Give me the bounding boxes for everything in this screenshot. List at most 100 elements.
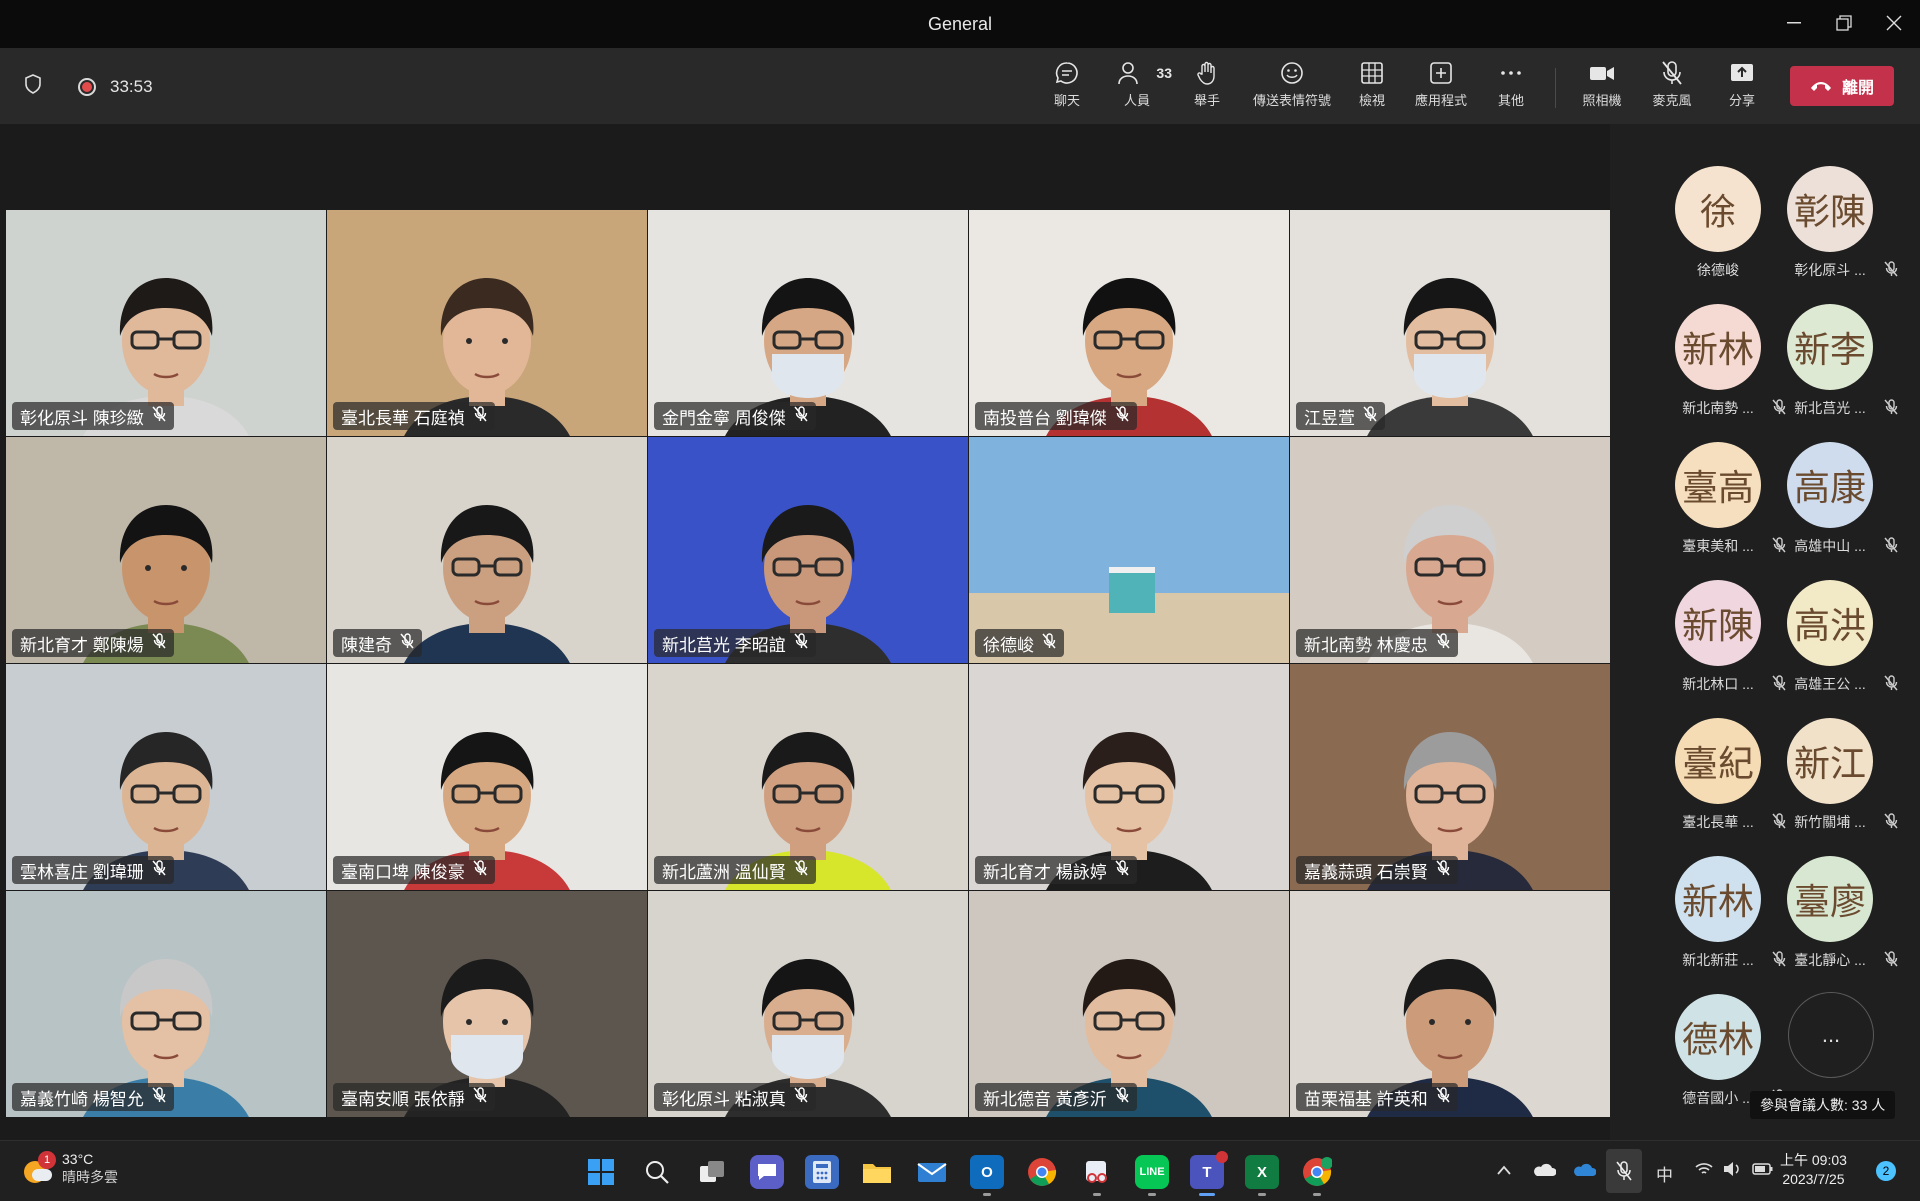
chrome-icon[interactable]: [1025, 1155, 1059, 1189]
battery-icon[interactable]: [1752, 1161, 1774, 1182]
people-button[interactable]: 33 人員: [1102, 60, 1172, 109]
participant-name-tag: 新北莒光 李昭誼: [654, 629, 816, 657]
weather-widget[interactable]: 1 33°C 晴時多雲: [24, 1151, 118, 1187]
raise-hand-button[interactable]: 舉手: [1172, 60, 1242, 109]
roster-participant[interactable]: 彰陳 彰化原斗 ...: [1760, 166, 1900, 280]
mic-muted-icon: [1115, 1086, 1129, 1108]
restore-icon[interactable]: [1824, 8, 1864, 38]
more-participants-button[interactable]: ...: [1788, 992, 1874, 1078]
participant-name-tag: 江昱萱: [1296, 402, 1385, 430]
line-icon[interactable]: LINE: [1135, 1155, 1169, 1189]
chat-button[interactable]: 聊天: [1032, 60, 1102, 109]
video-tile[interactable]: 新北育才 鄭陳煬: [6, 437, 326, 663]
file-explorer-icon[interactable]: [860, 1155, 894, 1189]
roster-name: 新竹關埔 ...: [1794, 814, 1866, 830]
video-tile[interactable]: 金門金寧 周俊傑: [648, 210, 968, 436]
video-tile[interactable]: 徐德峻: [969, 437, 1289, 663]
task-view-icon[interactable]: [695, 1155, 729, 1189]
snipping-tool-icon[interactable]: [1080, 1155, 1114, 1189]
leave-button[interactable]: 離開: [1790, 66, 1894, 106]
participant-name: 南投普台 劉瑋傑: [983, 408, 1107, 428]
participant-name-tag: 嘉義蒜頭 石崇賢: [1296, 856, 1458, 884]
mail-icon[interactable]: [915, 1155, 949, 1189]
apps-button[interactable]: 應用程式: [1406, 60, 1476, 109]
video-tile[interactable]: 臺南安順 張依靜: [327, 891, 647, 1117]
meeting-toolbar: 33:53 聊天 33 人員 舉手 傳送表情符號 檢視 應用程式 其他 照相機 …: [0, 48, 1920, 125]
window-title-bar: General: [0, 0, 1920, 48]
notification-count-badge[interactable]: 2: [1876, 1161, 1896, 1181]
video-tile[interactable]: 新北德音 黃彥沂: [969, 891, 1289, 1117]
volume-icon[interactable]: [1722, 1161, 1742, 1182]
video-tile[interactable]: 陳建奇: [327, 437, 647, 663]
mic-muted-tray-icon[interactable]: [1606, 1149, 1642, 1193]
roster-participant[interactable]: 高洪 高雄王公 ...: [1760, 580, 1900, 694]
video-tile[interactable]: 新北育才 楊詠婷: [969, 664, 1289, 890]
search-icon[interactable]: [640, 1155, 674, 1189]
participant-name-tag: 彰化原斗 陳珍緻: [12, 402, 174, 430]
chrome-profile-icon[interactable]: [1300, 1155, 1334, 1189]
roster-participant[interactable]: 高康 高雄中山 ...: [1760, 442, 1900, 556]
avatar: 德林: [1675, 994, 1761, 1080]
participant-name: 臺南安順 張依靜: [341, 1089, 465, 1109]
onedrive-icon[interactable]: [1532, 1161, 1557, 1182]
excel-icon[interactable]: X: [1245, 1155, 1279, 1189]
avatar: 高洪: [1787, 580, 1873, 666]
participant-name: 陳建奇: [341, 635, 392, 655]
video-tile[interactable]: 雲林喜庄 劉瑋珊: [6, 664, 326, 890]
calculator-icon[interactable]: [805, 1155, 839, 1189]
video-tile[interactable]: 臺北長華 石庭禎: [327, 210, 647, 436]
window-title: General: [927, 14, 993, 34]
video-tile[interactable]: 彰化原斗 陳珍緻: [6, 210, 326, 436]
avatar: 新陳: [1675, 580, 1761, 666]
video-tile[interactable]: 嘉義竹崎 楊智允: [6, 891, 326, 1117]
ime-indicator[interactable]: 中: [1656, 1161, 1673, 1186]
roster-participant[interactable]: 新李 新北莒光 ...: [1760, 304, 1900, 418]
video-tile[interactable]: 彰化原斗 粘淑真: [648, 891, 968, 1117]
minimize-icon[interactable]: [1774, 8, 1814, 38]
participant-count-label: 參與會議人數: 33 人: [1750, 1091, 1896, 1119]
chevron-up-icon[interactable]: [1496, 1161, 1512, 1181]
video-tile[interactable]: 臺南口埤 陳俊豪: [327, 664, 647, 890]
close-icon[interactable]: [1874, 8, 1914, 38]
onedrive-business-icon[interactable]: [1572, 1161, 1597, 1182]
system-clock[interactable]: 上午 09:03 2023/7/25: [1780, 1151, 1847, 1189]
participant-name-tag: 金門金寧 周俊傑: [654, 402, 816, 430]
roster-participant[interactable]: 新江 新竹關埔 ...: [1760, 718, 1900, 832]
video-tile[interactable]: 江昱萱: [1290, 210, 1610, 436]
mic-muted-icon: [400, 632, 414, 654]
weather-desc: 晴時多雲: [62, 1169, 118, 1185]
video-tile[interactable]: 嘉義蒜頭 石崇賢: [1290, 664, 1610, 890]
view-button[interactable]: 檢視: [1337, 60, 1407, 109]
video-tile[interactable]: 苗栗福基 許英和: [1290, 891, 1610, 1117]
mic-button[interactable]: 麥克風: [1637, 60, 1707, 109]
wifi-icon[interactable]: [1694, 1161, 1714, 1182]
windows-taskbar: 1 33°C 晴時多雲 O LINE T X 中 上午 09:03 2023/7…: [0, 1140, 1920, 1201]
share-button[interactable]: 分享: [1707, 60, 1777, 109]
outlook-icon[interactable]: O: [970, 1155, 1004, 1189]
mic-muted-icon: [1115, 405, 1129, 427]
teams-chat-icon[interactable]: [750, 1155, 784, 1189]
more-button[interactable]: 其他: [1476, 60, 1546, 109]
mic-muted-icon: [794, 632, 808, 654]
participant-name-tag: 新北蘆洲 溫仙賢: [654, 856, 816, 884]
participant-name: 新北育才 楊詠婷: [983, 862, 1107, 882]
clock-date: 2023/7/25: [1782, 1171, 1845, 1187]
video-tile[interactable]: 新北蘆洲 溫仙賢: [648, 664, 968, 890]
mic-muted-icon: [473, 859, 487, 881]
video-tile[interactable]: 南投普台 劉瑋傑: [969, 210, 1289, 436]
participant-name-tag: 臺北長華 石庭禎: [333, 402, 495, 430]
toolbar-divider: [1555, 68, 1556, 108]
mic-muted-icon: [1042, 632, 1056, 654]
react-button[interactable]: 傳送表情符號: [1252, 60, 1332, 109]
video-tile[interactable]: 新北南勢 林慶忠: [1290, 437, 1610, 663]
participant-name-tag: 南投普台 劉瑋傑: [975, 402, 1137, 430]
roster-participant[interactable]: 臺廖 臺北靜心 ...: [1760, 856, 1900, 970]
avatar: 新林: [1675, 304, 1761, 390]
video-tile[interactable]: 新北莒光 李昭誼: [648, 437, 968, 663]
weather-icon: 1: [24, 1151, 56, 1183]
participant-name: 新北莒光 李昭誼: [662, 635, 786, 655]
start-icon[interactable]: [584, 1155, 618, 1189]
clock-time: 上午 09:03: [1780, 1152, 1847, 1168]
participant-roster: 徐徐德峻 彰陳 彰化原斗 ... 新林 新北南勢 ... 新李 新北莒光 ... 臺高 臺東美和…: [1610, 124, 1920, 1140]
camera-button[interactable]: 照相機: [1567, 60, 1637, 109]
